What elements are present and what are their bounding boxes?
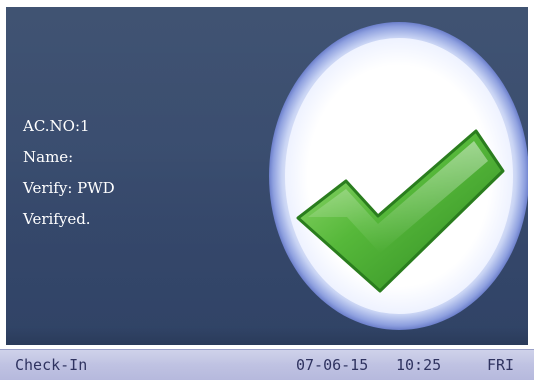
user-info-panel: AC.NO:1 Name: Verify: PWD Verifyed. bbox=[23, 111, 115, 235]
time-label: 10:25 bbox=[396, 356, 442, 374]
ac-no-label: AC.NO:1 bbox=[23, 117, 90, 135]
date-label: 07-06-15 bbox=[296, 356, 369, 374]
weekday-label: FRI bbox=[487, 356, 515, 374]
device-screen: AC.NO:1 Name: Verify: PWD Verifyed. Chec… bbox=[0, 0, 534, 380]
verify-method-label: Verify: PWD bbox=[23, 179, 115, 197]
verify-result-label: Verifyed. bbox=[23, 210, 91, 228]
verification-screen: AC.NO:1 Name: Verify: PWD Verifyed. bbox=[6, 7, 528, 345]
status-bar: Check-In 07-06-15 10:25 FRI bbox=[0, 349, 534, 380]
attendance-mode-label: Check-In bbox=[15, 356, 88, 374]
verification-success-indicator bbox=[268, 21, 528, 331]
name-label: Name: bbox=[23, 148, 74, 166]
checkmark-icon bbox=[269, 22, 528, 330]
